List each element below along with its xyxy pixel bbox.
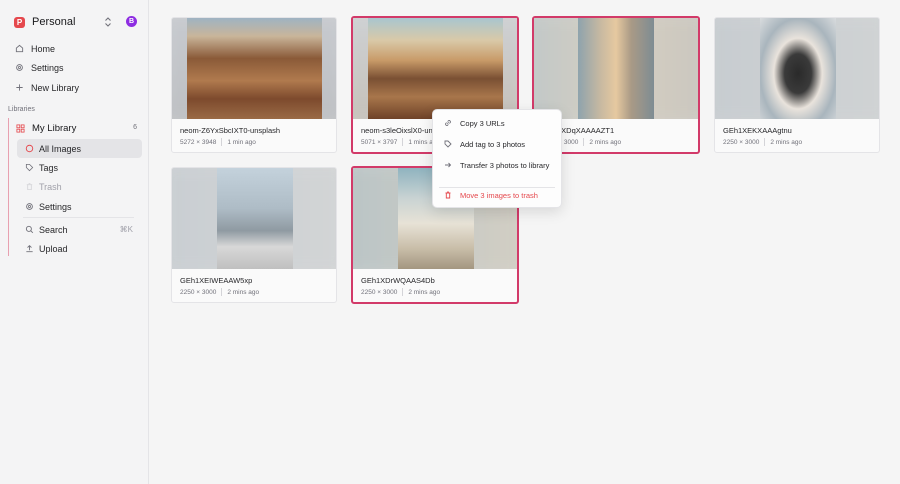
trash-icon: [24, 182, 34, 192]
library-header[interactable]: My Library 6: [15, 121, 141, 136]
image-dimensions: 2250 × 3000: [723, 138, 760, 146]
move-to-trash-menu-item[interactable]: Move 3 images to trash: [437, 187, 559, 203]
trash-label: Trash: [39, 181, 62, 192]
nav-settings[interactable]: Settings: [14, 58, 140, 77]
divider: [221, 138, 223, 146]
tag-icon: [24, 163, 34, 173]
upload-button[interactable]: Upload: [17, 239, 142, 258]
all-images-label: All Images: [39, 143, 82, 154]
add-tag-label: Add tag to 3 photos: [460, 139, 526, 149]
search-label: Search: [39, 224, 68, 235]
circle-icon: [24, 144, 34, 154]
library-group: My Library 6 All Images Tags Trash Setti…: [8, 118, 142, 256]
image-dimensions: 5272 × 3948: [180, 138, 217, 146]
tag-icon: [443, 139, 453, 149]
transfer-menu-item[interactable]: Transfer 3 photos to library: [437, 157, 559, 173]
image-time: 2 mins ago: [227, 288, 260, 296]
workspace-switcher[interactable]: P Personal B: [14, 14, 138, 30]
image-thumbnail: [715, 18, 879, 119]
image-name: GEh1XEKXAAAgtnu: [723, 126, 792, 135]
upload-icon: [24, 244, 34, 254]
image-thumbnail: [353, 18, 517, 119]
gear-icon: [14, 63, 24, 73]
search-shortcut: ⌘K: [119, 225, 133, 234]
workspace-logo: P: [14, 16, 25, 28]
chevron-up-down-icon[interactable]: [104, 16, 112, 28]
image-meta: 5272 × 3948 1 min ago: [180, 138, 256, 146]
avatar[interactable]: B: [126, 16, 137, 27]
nav-new-library[interactable]: New Library: [14, 78, 140, 97]
tags-label: Tags: [39, 162, 59, 173]
image-card[interactable]: GEh1XEKXAAAgtnu 2250 × 3000 2 mins ago: [714, 17, 880, 153]
image-name: GEh1XDrWQAAS4Db: [361, 276, 435, 285]
divider: [23, 217, 134, 218]
sidebar-item-library-settings[interactable]: Settings: [17, 197, 142, 216]
divider: [583, 138, 585, 146]
image-thumbnail: [172, 18, 336, 119]
image-thumbnail: [534, 18, 698, 119]
image-meta: 2250 × 3000 2 mins ago: [180, 288, 259, 296]
image-meta: 5071 × 3797 1 mins ago: [361, 138, 440, 146]
divider: [221, 288, 223, 296]
search-button[interactable]: Search ⌘K: [17, 220, 142, 239]
sidebar-item-tags[interactable]: Tags: [17, 158, 142, 177]
image-name: GEh1XEIWEAAW5xp: [180, 276, 253, 285]
sidebar-item-all-images[interactable]: All Images: [17, 139, 142, 158]
image-dimensions: 2250 × 3000: [180, 288, 217, 296]
nav-new-library-label: New Library: [31, 82, 80, 93]
image-time: 2 mins ago: [408, 288, 441, 296]
image-time: 2 mins ago: [770, 138, 803, 146]
image-name: neom-Z6YxSbcIXT0-unsplash: [180, 126, 281, 135]
move-to-trash-label: Move 3 images to trash: [460, 190, 538, 200]
image-time: 2 mins ago: [589, 138, 622, 146]
link-icon: [443, 118, 453, 128]
divider: [402, 288, 404, 296]
image-meta: 2250 × 3000 2 mins ago: [361, 288, 440, 296]
plus-icon: [14, 83, 24, 93]
copy-urls-label: Copy 3 URLs: [460, 118, 505, 128]
home-icon: [14, 44, 24, 54]
transfer-label: Transfer 3 photos to library: [460, 160, 550, 170]
add-tag-menu-item[interactable]: Add tag to 3 photos: [437, 136, 559, 152]
library-name: My Library: [32, 123, 77, 134]
library-count: 6: [133, 124, 137, 131]
nav-home-label: Home: [31, 43, 56, 54]
image-dimensions: 2250 × 3000: [361, 288, 398, 296]
upload-label: Upload: [39, 243, 68, 254]
nav-settings-label: Settings: [31, 62, 64, 73]
sidebar: P Personal B Home Settings New Library L…: [0, 0, 149, 484]
image-dimensions: 5071 × 3797: [361, 138, 398, 146]
image-gallery: neom-Z6YxSbcIXT0-unsplash 5272 × 3948 1 …: [149, 0, 900, 484]
image-thumbnail: [172, 168, 336, 269]
image-card[interactable]: GEh1XEIWEAAW5xp 2250 × 3000 2 mins ago: [171, 167, 337, 303]
sidebar-item-trash[interactable]: Trash: [17, 177, 142, 196]
trash-icon: [443, 190, 453, 200]
image-meta: 2250 × 3000 2 mins ago: [723, 138, 802, 146]
context-menu: Copy 3 URLs Add tag to 3 photos Transfer…: [432, 109, 562, 208]
arrow-right-icon: [443, 160, 453, 170]
copy-urls-menu-item[interactable]: Copy 3 URLs: [437, 115, 559, 131]
nav-home[interactable]: Home: [14, 39, 140, 58]
search-icon: [24, 225, 34, 235]
libraries-section-label: Libraries: [8, 106, 35, 113]
divider: [764, 138, 766, 146]
image-card[interactable]: neom-Z6YxSbcIXT0-unsplash 5272 × 3948 1 …: [171, 17, 337, 153]
grid-icon: [15, 124, 25, 134]
library-settings-label: Settings: [39, 201, 72, 212]
gear-icon: [24, 202, 34, 212]
workspace-name: Personal: [32, 16, 76, 28]
image-time: 1 min ago: [227, 138, 256, 146]
divider: [402, 138, 404, 146]
